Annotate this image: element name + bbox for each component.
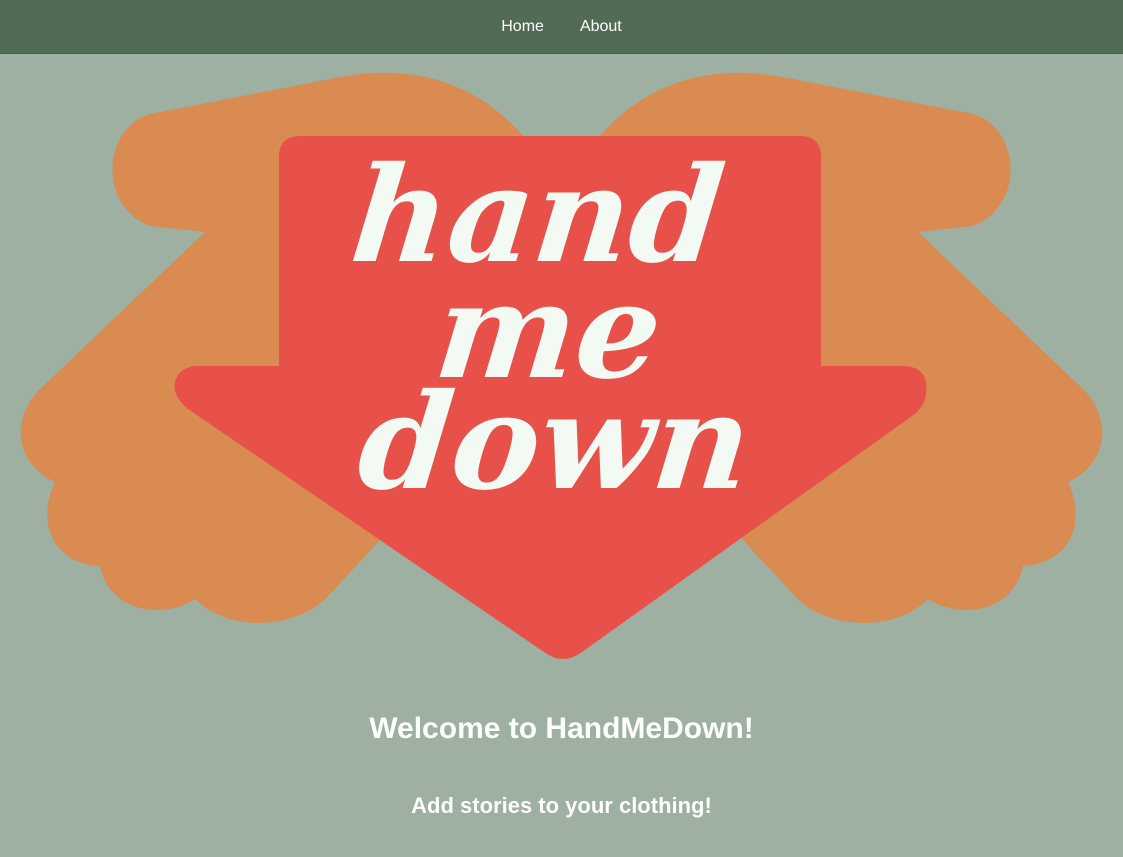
tagline-subheading: Add stories to your clothing! [411,793,712,818]
svg-text:down: down [352,365,758,520]
nav-about-link[interactable]: About [580,14,622,40]
nav-home-link[interactable]: Home [501,14,544,40]
welcome-heading: Welcome to HandMeDown! [369,712,754,745]
hand-me-down-logo: hand me down [20,72,1103,659]
top-navbar: Home About [0,0,1123,54]
